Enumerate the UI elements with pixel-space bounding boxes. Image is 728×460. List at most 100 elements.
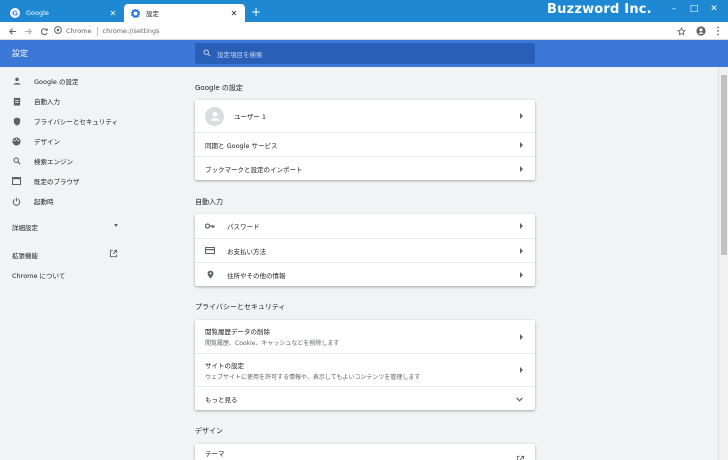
section-title-privacy: プライバシーとセキュリティ [195,303,286,311]
search-icon [12,157,21,166]
chrome-site-icon [54,26,62,36]
chevron-right-icon [520,141,523,148]
user-name: ユーザー 1 [234,113,267,121]
chevron-right-icon [520,247,523,254]
open-in-new-icon [516,455,525,460]
advanced-label: 詳細設定 [12,224,38,232]
privacy-card: 閲覧履歴データの削除 閲覧履歴、Cookie、キャッシュなどを削除します サイト… [195,320,535,410]
search-input[interactable]: 設定項目を検索 [195,43,535,64]
menu-kebab-icon[interactable] [712,25,724,37]
import-row[interactable]: ブックマークと設定のインポート [195,156,535,180]
google-card: ユーザー 1 同期と Google サービス ブックマークと設定のインポート [195,100,535,180]
section-title-google: Google の設定 [195,84,243,92]
sidebar-item-extensions[interactable]: 拡張機能 [12,249,118,260]
new-tab-button[interactable]: + [249,5,263,19]
sidebar-item-appearance[interactable]: デザイン [12,134,60,148]
section-title-autofill: 自動入力 [195,198,223,206]
addresses-row[interactable]: 住所やその他の情報 [195,262,535,286]
close-icon[interactable]: ✕ [108,8,118,18]
chevron-right-icon [520,113,523,119]
key-icon [205,221,215,231]
addresses-label: 住所やその他の情報 [227,271,286,280]
reload-icon[interactable] [38,25,50,37]
tab-title: 設定 [146,10,159,18]
palette-icon [12,136,21,146]
divider [96,26,98,36]
credit-card-icon [205,246,215,256]
sidebar-item-label: 自動入力 [34,98,60,106]
more-row[interactable]: もっと見る [195,386,535,410]
power-icon [12,197,21,206]
sidebar-item-startup[interactable]: 起動時 [12,194,54,208]
sidebar-item-label: デザイン [34,138,60,146]
shield-icon [12,116,21,126]
sidebar-item-advanced[interactable]: 詳細設定 [12,222,118,232]
chevron-right-icon [520,333,523,340]
chevron-right-icon [520,223,523,229]
page-title: 設定 [12,49,28,58]
sidebar-item-label: 既定のブラウザ [34,178,80,186]
svg-text:G: G [12,10,18,18]
forward-icon[interactable] [22,25,34,37]
sync-row[interactable]: 同期と Google サービス [195,132,535,156]
sidebar-item-google[interactable]: Google の設定 [12,74,79,88]
import-label: ブックマークと設定のインポート [205,165,303,174]
maximize-button[interactable]: □ [686,3,702,15]
clear-browsing-title: 閲覧履歴データの削除 [205,328,270,336]
scrollbar-thumb[interactable] [721,75,727,255]
toolbar: Chrome chrome://settings [0,22,728,40]
bookmark-star-icon[interactable] [675,25,687,37]
browser-icon [12,177,21,186]
brand-watermark: Buzzword Inc. [547,2,652,17]
location-pin-icon [205,270,215,280]
chevron-right-icon [520,165,523,172]
site-settings-subtitle: ウェブサイトに使用を許可する情報や、表示してもよいコンテンツを管理します [205,373,421,381]
extensions-label: 拡張機能 [12,252,38,260]
sidebar-item-about[interactable]: Chrome について [12,270,65,280]
sidebar-item-autofill[interactable]: 自動入力 [12,94,60,108]
passwords-row[interactable]: パスワード [195,214,535,238]
close-icon[interactable]: ✕ [229,8,239,18]
more-label: もっと見る [205,395,238,404]
address-bar[interactable]: Chrome chrome://settings [54,24,694,38]
scrollbar[interactable] [718,67,728,460]
open-in-new-icon [109,249,118,260]
sync-label: 同期と Google サービス [205,141,278,150]
google-g-icon: G [10,8,20,18]
gear-icon [130,8,140,18]
clipboard-icon [12,97,21,106]
payments-row[interactable]: お支払い方法 [195,238,535,262]
close-window-button[interactable]: ✕ [706,3,722,15]
sidebar-item-label: Google の設定 [34,78,79,86]
user-row[interactable]: ユーザー 1 [195,100,535,132]
back-icon[interactable] [6,25,18,37]
minimize-button[interactable]: – [666,3,682,15]
theme-row[interactable]: テーマ [195,448,535,460]
sidebar-item-privacy[interactable]: プライバシーとセキュリティ [12,114,118,128]
clear-browsing-row[interactable]: 閲覧履歴データの削除 閲覧履歴、Cookie、キャッシュなどを削除します [195,320,535,353]
expand-more-icon [516,396,523,404]
tab-settings[interactable]: 設定 ✕ [124,4,245,22]
site-settings-title: サイトの設定 [205,361,244,370]
caret-down-icon [114,224,118,227]
chevron-right-icon [520,367,523,373]
settings-header: 設定 設定項目を検索 [0,40,728,67]
tab-google[interactable]: G Google ✕ [4,4,124,22]
search-icon [203,48,211,59]
search-placeholder: 設定項目を検索 [217,50,263,59]
sidebar-item-default-browser[interactable]: 既定のブラウザ [12,174,80,188]
tab-title: Google [26,9,49,17]
theme-label: テーマ [205,450,225,458]
profile-icon[interactable] [695,25,707,37]
sidebar-item-label: 起動時 [34,198,54,206]
url-text[interactable]: chrome://settings [103,27,160,35]
avatar [205,106,224,126]
site-settings-row[interactable]: サイトの設定 ウェブサイトに使用を許可する情報や、表示してもよいコンテンツを管理… [195,353,535,386]
appearance-card: テーマ [195,444,535,460]
chevron-right-icon [520,271,523,278]
autofill-card: パスワード お支払い方法 住所やその他の情報 [195,214,535,286]
title-bar: G Google ✕ 設定 ✕ + Buzzword Inc. – □ ✕ [0,0,728,22]
sidebar-item-label: 検索エンジン [34,158,73,166]
sidebar-item-search-engine[interactable]: 検索エンジン [12,154,73,168]
passwords-label: パスワード [227,223,260,231]
